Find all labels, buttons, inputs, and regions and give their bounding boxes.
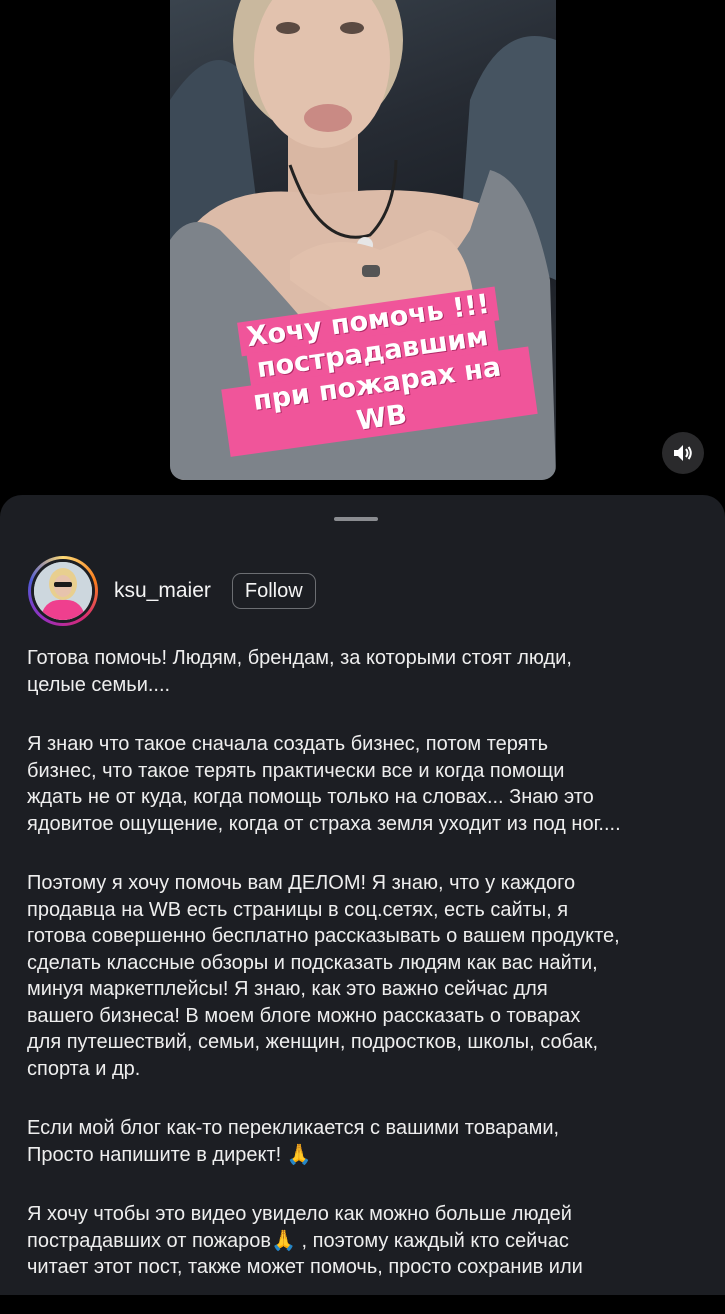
caption-paragraph: Я знаю что такое сначала создать бизнес,… bbox=[27, 733, 621, 835]
caption-paragraph: Готова помочь! Людям, брендам, за которы… bbox=[27, 647, 572, 696]
author-row: ksu_maier Follow bbox=[28, 555, 316, 627]
caption-paragraph: Если мой блог как-то перекликается с ваш… bbox=[27, 1117, 560, 1166]
post-caption: Готова помочь! Людям, брендам, за которы… bbox=[27, 645, 707, 1314]
avatar[interactable] bbox=[34, 562, 92, 620]
username[interactable]: ksu_maier bbox=[114, 579, 211, 603]
reel-video[interactable]: Хочу помочь !!! пострадавшим при пожарах… bbox=[170, 0, 556, 480]
caption-paragraph: Поэтому я хочу помочь вам ДЕЛОМ! Я знаю,… bbox=[27, 872, 620, 1080]
sheet-drag-handle[interactable] bbox=[334, 517, 378, 521]
caption-paragraph: Я хочу чтобы это видео увидело как можно… bbox=[27, 1203, 583, 1278]
post-details-sheet: ksu_maier Follow Готова помочь! Людям, б… bbox=[0, 495, 725, 1295]
story-ring[interactable] bbox=[28, 556, 98, 626]
video-area[interactable]: Хочу помочь !!! пострадавшим при пожарах… bbox=[0, 0, 725, 495]
follow-button[interactable]: Follow bbox=[231, 573, 316, 609]
sound-toggle-button[interactable] bbox=[662, 432, 704, 474]
speaker-icon bbox=[674, 445, 692, 461]
